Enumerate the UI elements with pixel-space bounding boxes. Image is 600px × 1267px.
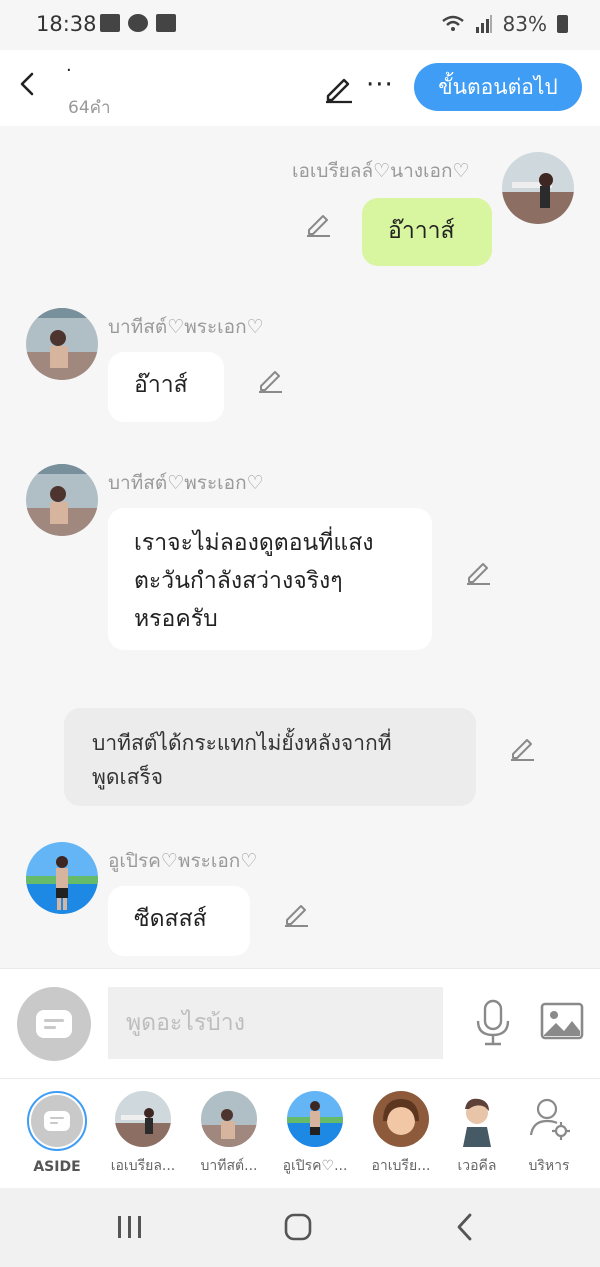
image-icon[interactable] [540, 1001, 584, 1041]
speaker-name: บาทีสต์♡พระเอก♡ [108, 316, 264, 338]
avatar [201, 1091, 257, 1147]
microphone-icon[interactable] [472, 999, 514, 1047]
chat-area[interactable]: เอเบรียลล์♡นางเอก♡ อ๊าาาส์ บาทีสต์♡พระเอ… [0, 126, 600, 968]
character-item[interactable]: เวอคีล [436, 1091, 518, 1177]
system-nav-bar [0, 1188, 600, 1267]
message-bubble[interactable]: ซีดสสส์ [108, 886, 250, 956]
message-text: อ๊าาส์ [134, 372, 188, 398]
composer-bar [0, 968, 600, 1078]
edit-message-icon[interactable] [508, 734, 536, 762]
edit-pencil-icon[interactable] [322, 72, 354, 104]
chat-notification-icon [128, 14, 148, 32]
message-text-line: เราจะไม่ลองดูตอนที่แสง [134, 530, 374, 556]
speaker-name: อูเปิรค♡พระเอก♡ [108, 850, 258, 872]
character-label: อาเบรีย... [371, 1158, 431, 1174]
wifi-icon [441, 15, 464, 31]
character-item[interactable]: อูเปิรค♡... [274, 1091, 356, 1177]
manage-characters-button[interactable]: บริหาร [508, 1091, 590, 1177]
message-text-line: หรอครับ [134, 606, 218, 632]
avatar [373, 1091, 429, 1147]
character-label: อูเปิรค♡... [282, 1158, 348, 1174]
gallery-notification-icon [100, 14, 120, 32]
word-count: 64คำ [68, 98, 111, 118]
avatar [115, 1091, 171, 1147]
recent-apps-icon[interactable] [116, 1214, 144, 1240]
avatar[interactable] [26, 308, 98, 380]
character-item[interactable]: เอเบรียล... [102, 1091, 184, 1177]
story-title: · [66, 60, 72, 81]
message-text: อ๊าาาส์ [388, 218, 455, 244]
status-time: 18:38 [36, 12, 97, 36]
character-item[interactable]: บาทีสต์... [188, 1091, 270, 1177]
character-label: บาทีสต์... [200, 1158, 258, 1174]
narration-text-line: พูดเสร็จ [92, 765, 164, 789]
character-label: เวอคีล [457, 1158, 497, 1174]
message-icon [44, 1111, 70, 1131]
battery-icon [557, 15, 568, 33]
home-icon[interactable] [283, 1212, 313, 1242]
avatar[interactable] [26, 842, 98, 914]
edit-message-icon[interactable] [464, 558, 492, 586]
battery-percent: 83% [502, 12, 547, 36]
message-bubble[interactable]: อ๊าาส์ [108, 352, 224, 422]
message-text-line: ตะวันกำลังสว่างจริงๆ [134, 568, 343, 594]
back-arrow-icon[interactable] [12, 68, 44, 100]
character-label: ASIDE [33, 1159, 81, 1175]
character-bar: ASIDE เอเบรียล... บาทีสต์... อูเปิรค♡...… [0, 1078, 600, 1188]
status-bar: 18:38 83% [0, 0, 600, 50]
narration-text-line: บาทีสต์ได้กระแทกไม่ยั้งหลังจากที่ [92, 731, 392, 755]
back-nav-icon[interactable] [454, 1212, 476, 1242]
character-item[interactable]: อาเบรีย... [360, 1091, 442, 1177]
avatar [287, 1091, 343, 1147]
edit-message-icon[interactable] [282, 900, 310, 928]
message-input[interactable] [108, 987, 443, 1059]
narration-bubble[interactable]: บาทีสต์ได้กระแทกไม่ยั้งหลังจากที่ พูดเสร… [64, 708, 476, 806]
more-options-button[interactable]: ··· [366, 70, 394, 100]
message-icon [36, 1010, 72, 1038]
manage-user-icon [529, 1098, 570, 1140]
app-bar: · 64คำ ··· ขั้นตอนต่อไป [0, 50, 600, 126]
speaker-name: บาทีสต์♡พระเอก♡ [108, 472, 264, 494]
message-bubble[interactable]: เราจะไม่ลองดูตอนที่แสง ตะวันกำลังสว่างจร… [108, 508, 432, 650]
signal-icon [475, 15, 492, 33]
next-step-button[interactable]: ขั้นตอนต่อไป [414, 63, 582, 111]
message-text: ซีดสสส์ [134, 906, 207, 932]
character-aside[interactable]: ASIDE [16, 1091, 98, 1175]
character-label: เอเบรียล... [110, 1158, 176, 1174]
message-bubble[interactable]: อ๊าาาส์ [362, 198, 492, 266]
speaker-name: เอเบรียลล์♡นางเอก♡ [292, 160, 470, 182]
edit-message-icon[interactable] [256, 366, 284, 394]
avatar[interactable] [26, 464, 98, 536]
edit-message-icon[interactable] [304, 210, 332, 238]
folder-notification-icon [156, 14, 176, 32]
character-label: บริหาร [528, 1158, 570, 1174]
current-speaker-button[interactable] [17, 987, 91, 1061]
avatar [449, 1091, 505, 1147]
avatar[interactable] [502, 152, 574, 224]
